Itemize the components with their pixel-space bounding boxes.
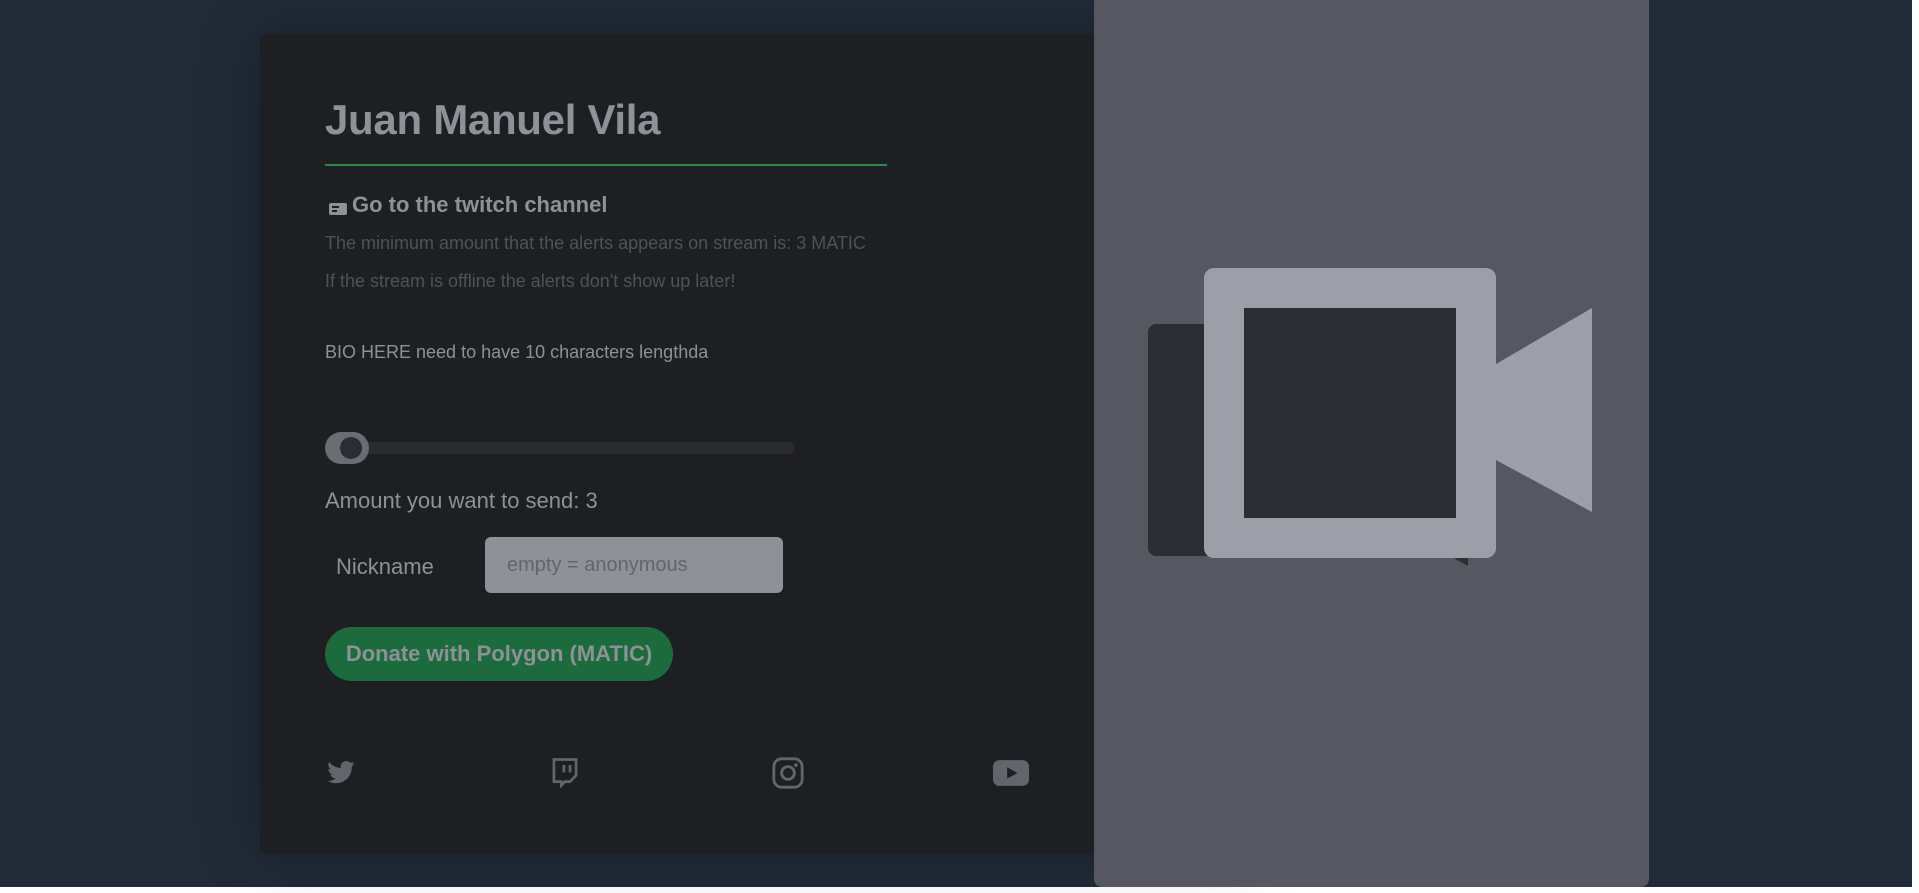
video-camera-icon xyxy=(1148,268,1592,566)
youtube-icon[interactable] xyxy=(993,757,1029,789)
donate-button[interactable]: Donate with Polygon (MATIC) xyxy=(325,627,673,681)
streamer-name: Juan Manuel Vila xyxy=(325,96,661,143)
nickname-label: Nickname xyxy=(336,554,434,579)
min-amount-note: The minimum amount that the alerts appea… xyxy=(325,233,866,253)
twitch-channel-link[interactable]: Go to the twitch channel xyxy=(328,192,607,218)
offline-note: If the stream is offline the alerts don'… xyxy=(325,271,736,291)
amount-slider-thumb[interactable] xyxy=(325,432,369,464)
twitch-link-label: Go to the twitch channel xyxy=(352,192,608,217)
twitch-icon[interactable] xyxy=(547,757,583,789)
streamer-bio: BIO HERE need to have 10 characters leng… xyxy=(325,342,709,362)
nickname-input[interactable] xyxy=(485,537,783,593)
twitter-icon[interactable] xyxy=(323,757,359,789)
title-divider xyxy=(325,164,887,166)
instagram-icon[interactable] xyxy=(770,757,806,789)
amount-label: Amount you want to send: 3 xyxy=(325,488,598,513)
amount-slider-track[interactable] xyxy=(325,442,795,454)
ticket-icon xyxy=(328,197,348,215)
